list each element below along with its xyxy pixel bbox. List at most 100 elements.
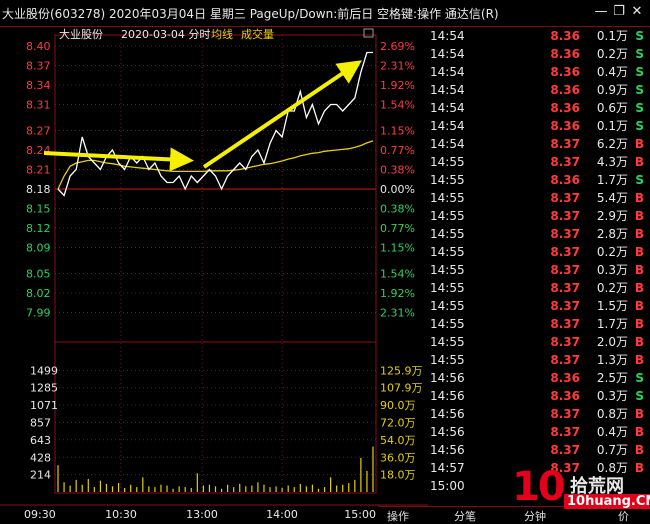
tick-side: B <box>634 317 644 331</box>
tick-time: 14:55 <box>430 227 465 241</box>
tick-row: 14:56 8.36 0.3万 S <box>428 387 650 405</box>
pct-tick-label: 0.00% <box>380 183 415 196</box>
volume-tick-label: 857 <box>30 416 51 429</box>
time-tick-label: 09:30 <box>24 508 56 521</box>
tick-side: B <box>634 353 644 367</box>
tick-time: 14:55 <box>430 155 465 169</box>
tick-volume: 0.9万 <box>596 83 628 97</box>
tick-time: 14:56 <box>430 425 465 439</box>
chart-header-stock: 大业股份 <box>59 27 103 41</box>
volume-tick-label: 428 <box>30 451 51 464</box>
tick-price: 8.37 <box>550 245 580 259</box>
pct-tick-label: 0.77% <box>380 144 415 157</box>
tick-side: B <box>634 443 644 457</box>
pct-tick-label: 2.31% <box>380 307 415 320</box>
tick-row: 14:54 8.36 0.1万 S <box>428 117 650 135</box>
tick-row: 14:56 8.37 0.8万 B <box>428 405 650 423</box>
tick-price: 8.36 <box>550 389 580 403</box>
tick-row: 14:55 8.37 0.3万 B <box>428 261 650 279</box>
tick-price: 8.36 <box>550 65 580 79</box>
tick-volume: 6.2万 <box>596 137 628 151</box>
tick-row: 14:55 8.37 1.7万 B <box>428 315 650 333</box>
tab-operate[interactable]: 操作 <box>387 508 409 524</box>
tick-volume: 2.8万 <box>596 227 628 241</box>
pct-tick-label: 0.38% <box>380 164 415 177</box>
tick-time: 14:54 <box>430 83 465 97</box>
tick-row: 14:54 8.36 0.1万 S <box>428 27 650 45</box>
tick-side: S <box>635 101 644 115</box>
logo-number: 10 <box>512 464 566 510</box>
window-controls: — ❐ ✕ <box>592 3 646 21</box>
tick-time: 14:55 <box>430 245 465 259</box>
annotation-arrow-down <box>43 147 194 172</box>
volume-tick-label: 1499 <box>30 364 58 377</box>
tick-price: 8.36 <box>550 173 580 187</box>
tick-time: 14:55 <box>430 335 465 349</box>
close-icon[interactable]: ✕ <box>628 3 646 21</box>
tick-row: 14:55 8.37 0.2万 B <box>428 243 650 261</box>
tick-side: B <box>634 425 644 439</box>
tick-side: B <box>634 407 644 421</box>
price-tick-label: 8.18 <box>26 183 51 196</box>
pct-tick-label: 1.92% <box>380 79 415 92</box>
annotation-arrow-up <box>202 60 362 169</box>
tick-price: 8.36 <box>550 83 580 97</box>
tick-row: 14:55 8.37 1.5万 B <box>428 297 650 315</box>
intraday-chart[interactable]: 大业股份 2020-03-04 分时 均线 成交量 8.40 2.69% 8.37 2.31%… <box>0 27 428 521</box>
tick-price: 8.37 <box>550 299 580 313</box>
tick-time: 14:56 <box>430 371 465 385</box>
tick-time: 14:55 <box>430 209 465 223</box>
tick-price: 8.37 <box>550 191 580 205</box>
tick-volume: 2.9万 <box>596 209 628 223</box>
tick-list[interactable]: 14:54 8.36 0.1万 S 14:54 8.36 0.2万 S 14:54 8.36 0.4… <box>428 27 650 494</box>
tick-time: 14:55 <box>430 263 465 277</box>
tick-time: 14:54 <box>430 119 465 133</box>
tick-volume: 0.2万 <box>596 281 628 295</box>
chart-header-avg: 均线 <box>211 27 233 41</box>
tick-time: 15:00 <box>430 479 465 493</box>
tick-side: B <box>634 245 644 259</box>
tick-time: 14:56 <box>430 389 465 403</box>
volume-unit-label: 72.0万 <box>380 416 416 429</box>
tick-volume: 2.0万 <box>596 335 628 349</box>
tick-volume: 0.4万 <box>596 425 628 439</box>
price-tick-label: 8.12 <box>26 222 51 235</box>
tick-time: 14:54 <box>430 137 465 151</box>
volume-unit-label: 90.0万 <box>380 399 416 412</box>
tick-volume: 0.7万 <box>596 443 628 457</box>
tick-volume: 1.5万 <box>596 299 628 313</box>
tick-price: 8.37 <box>550 425 580 439</box>
tick-side: B <box>634 137 644 151</box>
pct-tick-label: 2.69% <box>380 40 415 53</box>
volume-tick-label: 214 <box>30 469 51 482</box>
restore-icon[interactable]: ❐ <box>610 3 628 21</box>
tick-row: 14:55 8.37 5.4万 B <box>428 189 650 207</box>
tick-time: 14:55 <box>430 299 465 313</box>
tick-price: 8.37 <box>550 335 580 349</box>
price-line <box>57 51 373 197</box>
price-tick-label: 8.09 <box>26 242 51 255</box>
tick-row: 14:54 8.36 0.4万 S <box>428 63 650 81</box>
tick-volume: 1.7万 <box>596 173 628 187</box>
tick-row: 14:56 8.37 0.7万 B <box>428 441 650 459</box>
price-tick-label: 8.34 <box>26 79 51 92</box>
price-tick-label: 8.05 <box>26 268 51 281</box>
intraday-chart-svg[interactable]: 大业股份 2020-03-04 分时 均线 成交量 8.40 2.69% 8.37 2.31%… <box>0 27 428 521</box>
tick-side: B <box>634 227 644 241</box>
tick-price: 8.37 <box>550 281 580 295</box>
tick-row: 14:55 8.37 1.3万 B <box>428 351 650 369</box>
volume-unit-label: 18.0万 <box>380 469 416 482</box>
tick-price: 8.36 <box>550 47 580 61</box>
tick-side: S <box>635 83 644 97</box>
time-tick-label: 14:00 <box>266 508 298 521</box>
tab-ticks[interactable]: 分笔 <box>454 508 476 524</box>
tick-time: 14:55 <box>430 191 465 205</box>
tick-time: 14:56 <box>430 443 465 457</box>
tick-side: B <box>634 263 644 277</box>
tick-time: 14:54 <box>430 47 465 61</box>
tick-row: 14:55 8.37 2.9万 B <box>428 207 650 225</box>
volume-unit-label: 36.0万 <box>380 451 416 464</box>
minimize-icon[interactable]: — <box>592 3 610 21</box>
tick-volume: 0.3万 <box>596 389 628 403</box>
price-tick-label: 8.27 <box>26 125 51 138</box>
